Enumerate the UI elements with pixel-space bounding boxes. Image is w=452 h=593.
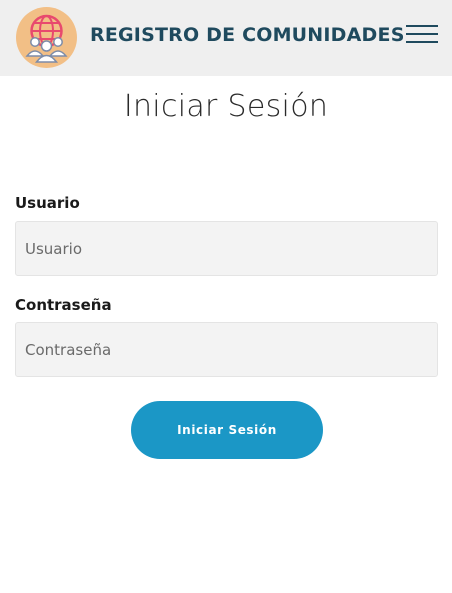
login-button[interactable]: Iniciar Sesión [131, 401, 323, 459]
globe-people-icon[interactable] [16, 7, 77, 68]
username-input[interactable] [15, 221, 438, 276]
username-label: Usuario [15, 194, 80, 212]
top-navbar: REGISTRO DE COMUNIDADES [0, 0, 452, 76]
app-title[interactable]: REGISTRO DE COMUNIDADES [90, 24, 405, 46]
page-title: Iniciar Sesión [123, 89, 329, 124]
password-input[interactable] [15, 322, 438, 377]
hamburger-menu-icon[interactable] [406, 23, 438, 45]
menu-line [406, 25, 438, 27]
menu-line [406, 33, 438, 35]
menu-line [406, 41, 438, 43]
password-label: Contraseña [15, 296, 112, 314]
